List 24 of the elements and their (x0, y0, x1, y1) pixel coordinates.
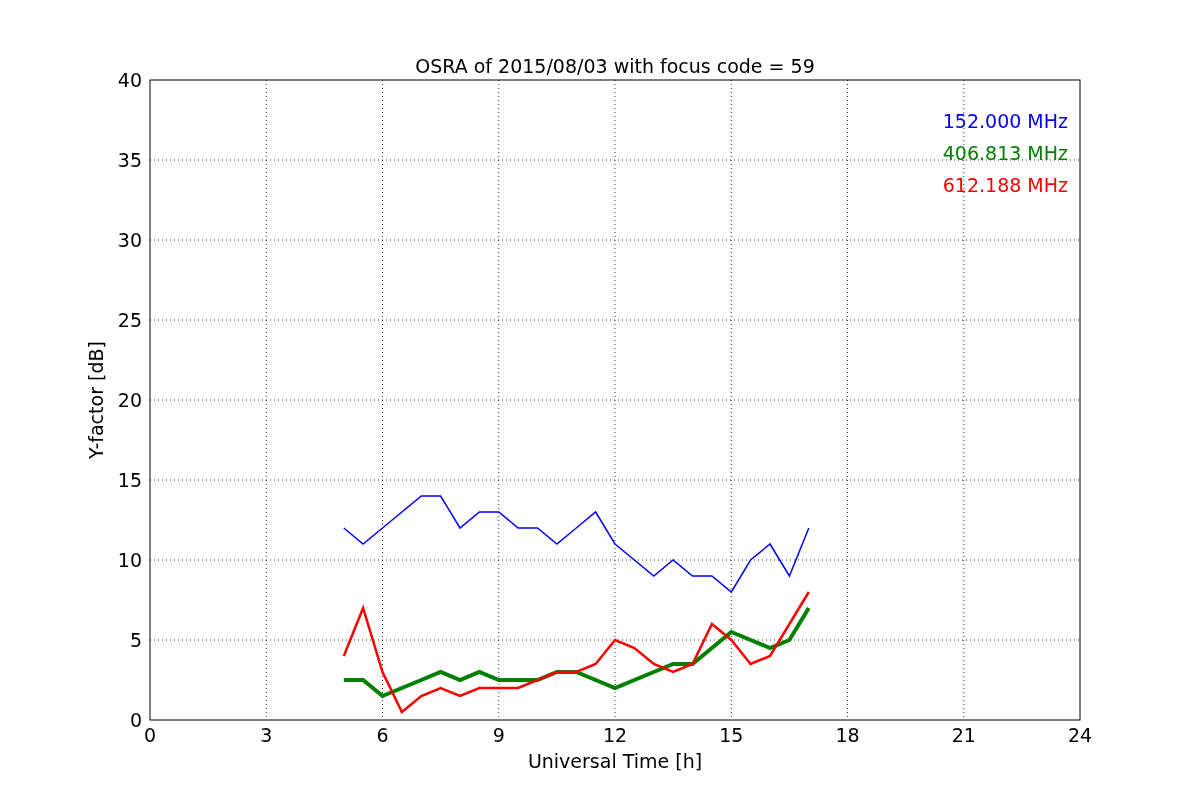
x-tick-label: 9 (492, 724, 505, 746)
y-tick-label: 0 (129, 709, 142, 731)
x-axis-label: Universal Time [h] (527, 750, 703, 772)
x-tick-label: 6 (376, 724, 389, 746)
x-tick-label: 18 (835, 724, 860, 746)
legend-label: 612.188 MHz (942, 174, 1068, 196)
y-tick-label: 25 (117, 309, 142, 331)
y-tick-label: 10 (117, 549, 142, 571)
x-tick-label: 12 (602, 724, 628, 746)
x-tick-label: 24 (1067, 724, 1093, 746)
y-tick-label: 15 (117, 469, 142, 491)
y-tick-label: 5 (129, 629, 142, 651)
legend-label: 406.813 MHz (942, 142, 1068, 164)
y-axis-label: Y-factor [dB] (85, 341, 107, 459)
x-tick-label: 21 (951, 724, 976, 746)
y-tick-label: 40 (117, 69, 142, 91)
y-tick-label: 35 (117, 149, 142, 171)
x-tick-label: 15 (719, 724, 744, 746)
y-tick-label: 30 (117, 229, 142, 251)
legend-label: 152.000 MHz (942, 110, 1068, 132)
chart-title: OSRA of 2015/08/03 with focus code = 59 (415, 55, 815, 77)
x-tick-label: 0 (143, 724, 157, 746)
x-tick-label: 3 (260, 724, 273, 746)
y-tick-label: 20 (117, 389, 142, 411)
